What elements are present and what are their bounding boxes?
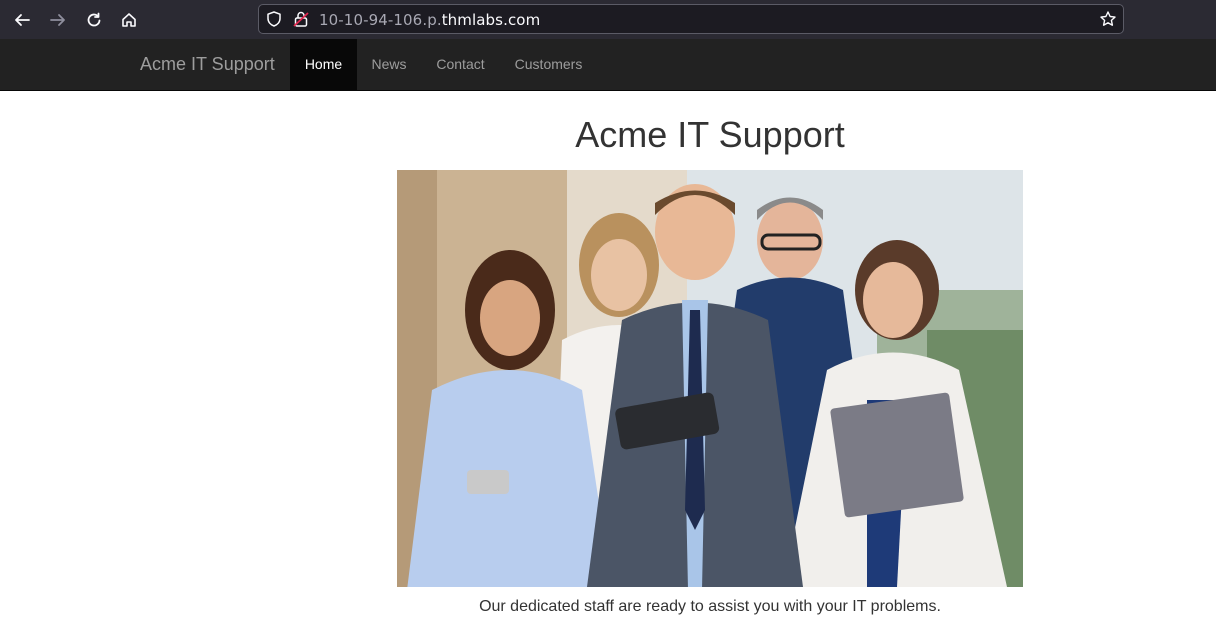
- navbar-brand[interactable]: Acme IT Support: [140, 54, 275, 75]
- nav-contact[interactable]: Contact: [421, 39, 500, 90]
- address-bar[interactable]: 10-10-94-106.p.thmlabs.com: [258, 4, 1124, 34]
- url-subdomain: 10-10-94-106.p.: [319, 11, 442, 29]
- reload-button[interactable]: [81, 7, 107, 33]
- forward-button[interactable]: [45, 7, 71, 33]
- back-button[interactable]: [9, 7, 35, 33]
- home-icon: [122, 13, 136, 27]
- page-title: Acme IT Support: [575, 114, 845, 155]
- browser-toolbar: 10-10-94-106.p.thmlabs.com: [0, 0, 1216, 39]
- nav-news[interactable]: News: [357, 39, 421, 90]
- site-navbar: Acme IT Support Home News Contact Custom…: [0, 39, 1216, 91]
- nav-home[interactable]: Home: [290, 39, 357, 90]
- url-domain: thmlabs.com: [441, 11, 541, 29]
- back-arrow-icon: [15, 14, 30, 26]
- page-caption: Our dedicated staff are ready to assist …: [479, 598, 941, 615]
- home-button[interactable]: [116, 7, 142, 33]
- nav-customers[interactable]: Customers: [500, 39, 597, 90]
- url-text[interactable]: 10-10-94-106.p.thmlabs.com: [319, 11, 540, 29]
- bookmark-star-icon[interactable]: [1099, 10, 1117, 28]
- forward-arrow-icon: [50, 14, 65, 26]
- shield-icon[interactable]: [265, 10, 283, 28]
- staff-team-photo: [397, 170, 1023, 587]
- insecure-lock-icon[interactable]: [293, 10, 309, 28]
- reload-icon: [87, 12, 101, 27]
